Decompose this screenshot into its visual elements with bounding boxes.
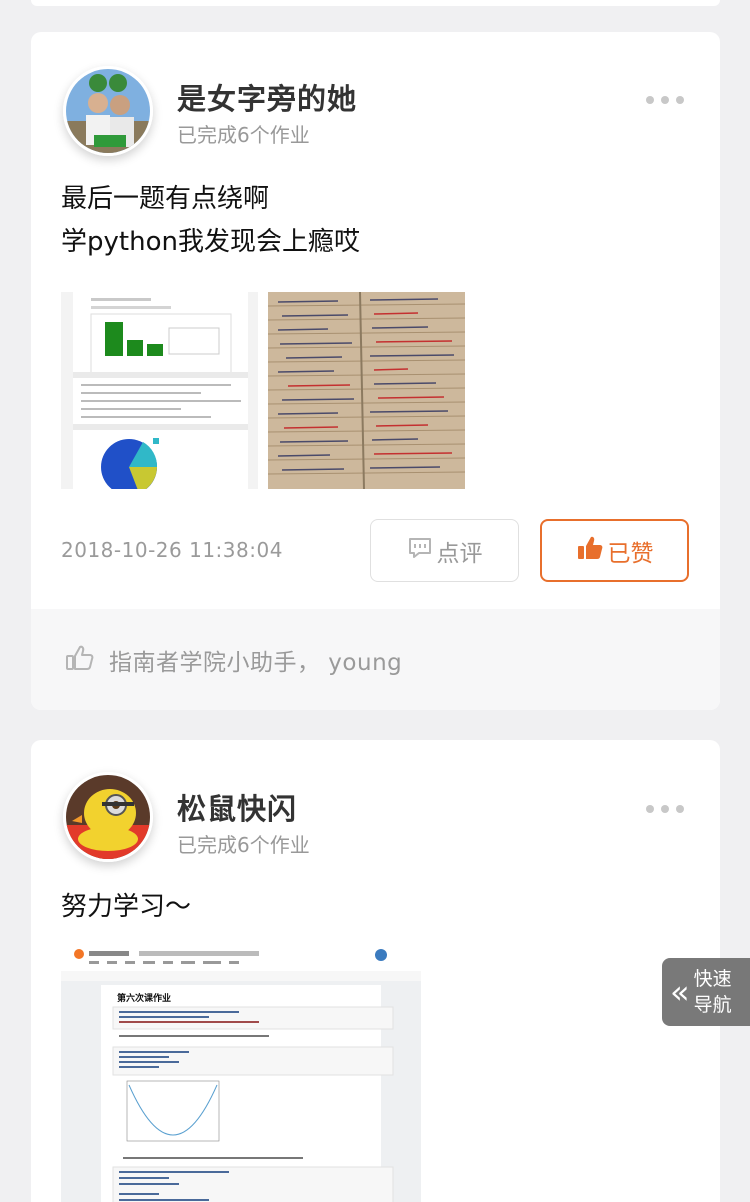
like-button[interactable]: 已赞 bbox=[540, 519, 689, 582]
quick-nav-line: 快速 bbox=[693, 968, 732, 990]
notebook-heading: 第六次课作业 bbox=[117, 992, 171, 1004]
comment-button[interactable]: 点评 bbox=[370, 519, 519, 582]
author-name[interactable]: 松鼠快闪 bbox=[177, 786, 297, 828]
image-thumbnail-notebook[interactable] bbox=[268, 292, 465, 489]
comment-icon bbox=[407, 536, 433, 566]
post-text-line: 最后一题有点绕啊 bbox=[61, 184, 270, 214]
homework-count: 已完成6个作业 bbox=[177, 123, 310, 147]
avatar[interactable] bbox=[63, 66, 153, 156]
like-label: 已赞 bbox=[607, 540, 654, 567]
post-text-line: 学python我发现会上瘾哎 bbox=[61, 227, 360, 257]
likers-list[interactable]: 指南者学院小助手， young bbox=[109, 643, 402, 677]
avatar[interactable] bbox=[63, 772, 153, 862]
homework-count: 已完成6个作业 bbox=[177, 833, 310, 857]
post-text: 努力学习～ bbox=[61, 886, 191, 929]
previous-card-edge bbox=[31, 0, 720, 6]
more-options-icon[interactable] bbox=[646, 805, 684, 813]
thumbs-up-outline-icon bbox=[65, 644, 95, 676]
comment-label: 点评 bbox=[436, 540, 483, 567]
post-text: 最后一题有点绕啊 学python我发现会上瘾哎 bbox=[61, 178, 360, 264]
post-card: 松鼠快闪 已完成6个作业 努力学习～ 第六次课作业 bbox=[31, 740, 720, 1202]
thumbs-up-icon bbox=[576, 535, 604, 567]
double-chevron-left-icon: « bbox=[670, 973, 690, 1011]
post-card: 是女字旁的她 已完成6个作业 最后一题有点绕啊 学python我发现会上瘾哎 2… bbox=[31, 32, 720, 710]
image-thumbnail-chart[interactable] bbox=[61, 292, 258, 489]
image-thumbnail-jupyter[interactable]: 第六次课作业 bbox=[61, 945, 421, 1202]
likes-bar: 指南者学院小助手， young bbox=[31, 609, 720, 710]
quick-nav-label: 快速 导航 bbox=[694, 966, 732, 1018]
more-options-icon[interactable] bbox=[646, 96, 684, 104]
author-name[interactable]: 是女字旁的她 bbox=[177, 76, 357, 118]
quick-nav-button[interactable]: « 快速 导航 bbox=[662, 958, 750, 1026]
quick-nav-line: 导航 bbox=[693, 994, 732, 1016]
post-text-line: 努力学习～ bbox=[61, 892, 192, 922]
post-timestamp: 2018-10-26 11:38:04 bbox=[61, 538, 283, 562]
